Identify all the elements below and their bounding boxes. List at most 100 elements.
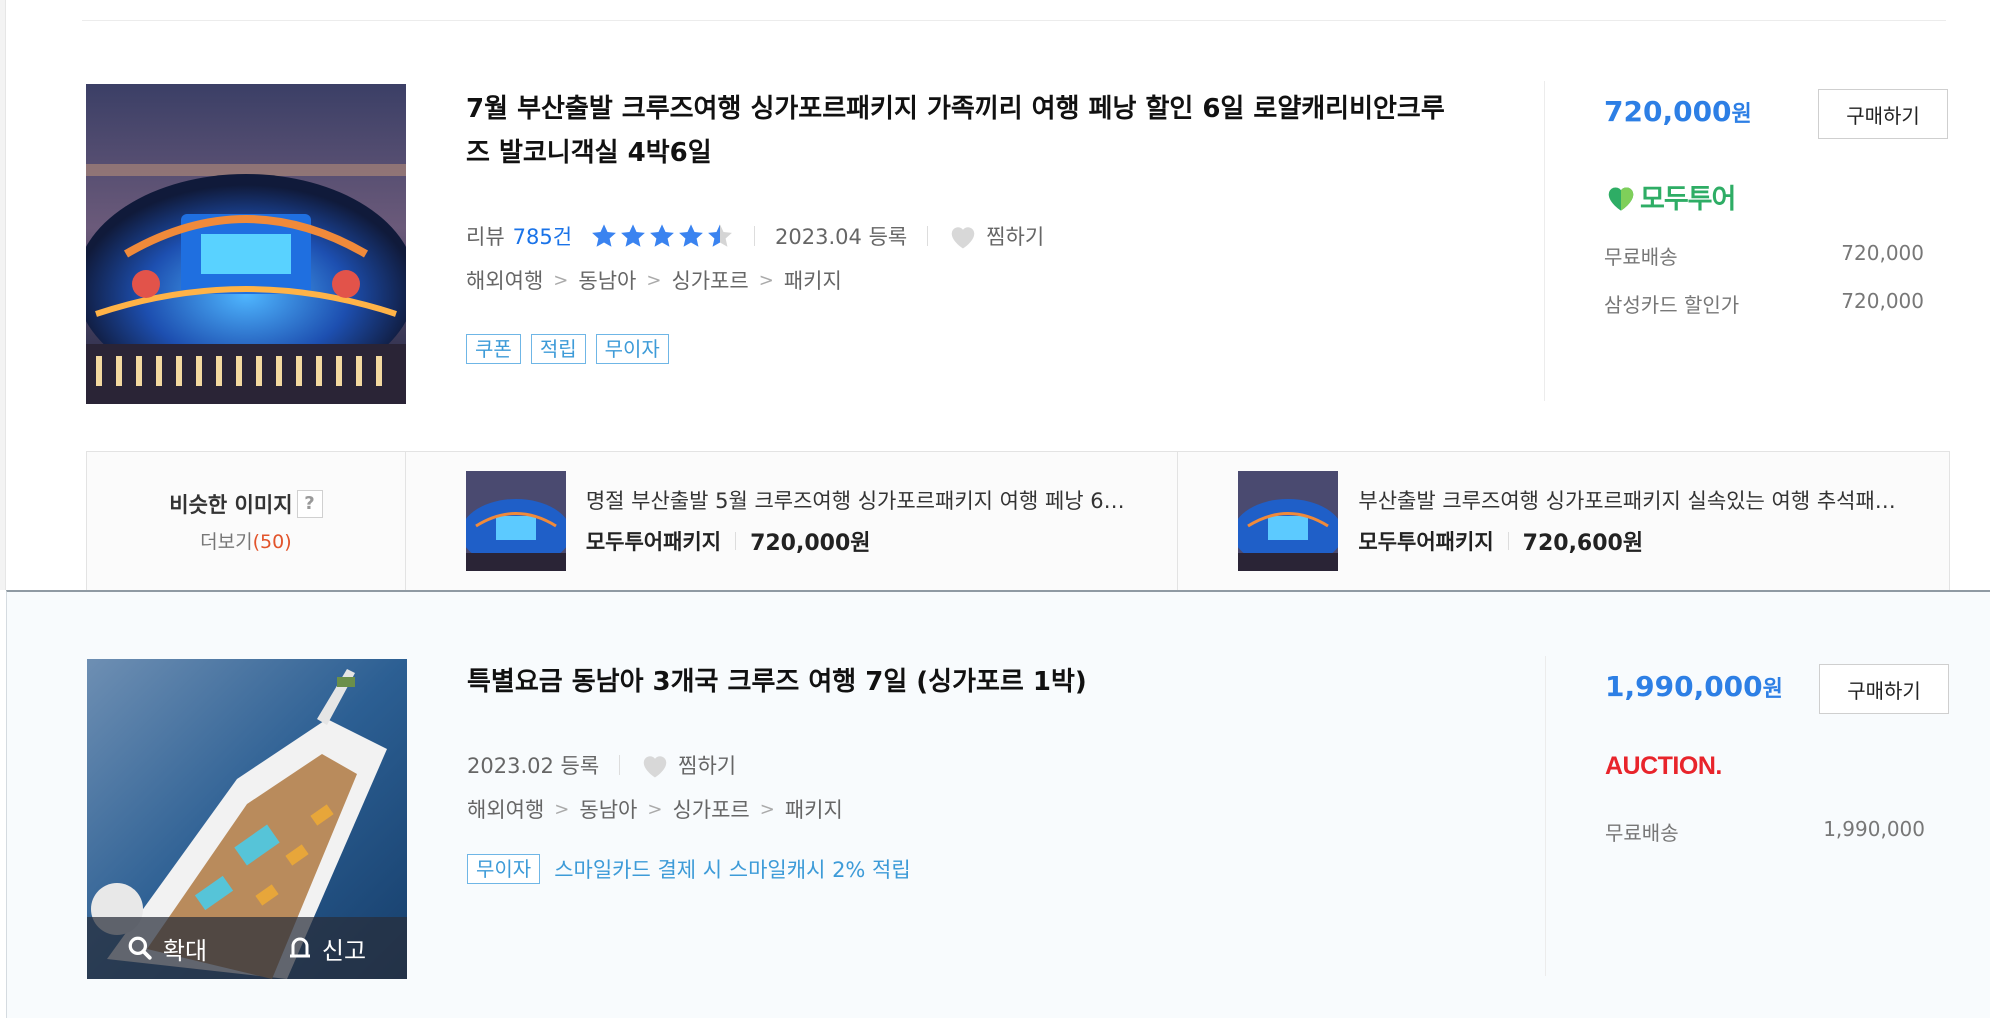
- breadcrumb-separator: >: [647, 798, 663, 820]
- shipping-label: 무료배송: [1605, 821, 1679, 845]
- wish-label: 찜하기: [986, 225, 1045, 249]
- similar-header: 비슷한 이미지 ? 더보기(50): [87, 452, 406, 590]
- cruise-thumb-image: [465, 471, 566, 571]
- star-half-icon: [708, 224, 732, 247]
- similar-price: 720,600원: [1522, 531, 1644, 556]
- registered-date: 2023.04 등록: [775, 225, 908, 249]
- shipping-value: 720,000: [1841, 241, 1924, 265]
- similar-name[interactable]: 부산출발 크루즈여행 싱가포르패키지 실속있는 여행 추석패…: [1358, 485, 1938, 515]
- shipping-row: 무료배송 720,000: [1604, 241, 1924, 270]
- divider: [1507, 532, 1509, 550]
- rating-stars: [590, 222, 734, 250]
- breadcrumb-item[interactable]: 싱가포르: [671, 265, 748, 295]
- breadcrumb-separator: >: [554, 798, 570, 820]
- promo-text[interactable]: 스마일카드 결제 시 스마일캐시 2% 적립: [554, 854, 911, 884]
- cruise-thumb-image: [1238, 471, 1339, 571]
- star-full-icon: [621, 224, 645, 247]
- product-thumbnail[interactable]: 확대 신고: [87, 659, 407, 979]
- breadcrumb-item[interactable]: 해외여행: [466, 265, 543, 295]
- shipping-value: 1,990,000: [1823, 817, 1925, 841]
- buy-button[interactable]: 구매하기: [1819, 664, 1949, 714]
- points-badge: 적립: [530, 334, 586, 364]
- report-label: 신고: [321, 936, 367, 965]
- product-price: 720,000원: [1604, 95, 1752, 128]
- benefit-badges: 무이자 스마일카드 결제 시 스마일캐시 2% 적립: [467, 854, 911, 884]
- similar-thumbnail: [465, 471, 566, 571]
- divider: [619, 755, 621, 775]
- category-breadcrumb: 해외여행 > 동남아 > 싱가포르 > 패키지: [466, 265, 842, 295]
- wish-button[interactable]: 찜하기: [640, 750, 736, 780]
- star-full-icon: [679, 224, 703, 247]
- registered-date: 2023.02 등록: [467, 754, 600, 778]
- breadcrumb-item[interactable]: 동남아: [579, 794, 637, 824]
- more-count: (50): [252, 530, 292, 553]
- similar-title: 비슷한 이미지 ?: [169, 489, 323, 519]
- card-discount-value: 720,000: [1841, 289, 1924, 313]
- thumbnail-overlay: 확대 신고: [87, 917, 407, 979]
- similar-seller: 모두투어패키지: [585, 530, 722, 554]
- shipping-label: 무료배송: [1604, 245, 1678, 269]
- similar-seller-price: 모두투어패키지 720,600원: [1358, 525, 1938, 557]
- cruise-night-image: [86, 84, 406, 404]
- wish-label: 찜하기: [678, 754, 737, 778]
- similar-images-strip: 비슷한 이미지 ? 더보기(50) 명절 부산출발 5월 크루즈여행 싱가포르패…: [86, 451, 1950, 590]
- product-item: 7월 부산출발 크루즈여행 싱가포르패키지 가족끼리 여행 페낭 할인 6일 로…: [6, 21, 1990, 451]
- price-currency: 원: [1762, 677, 1783, 702]
- breadcrumb-separator: >: [759, 798, 775, 820]
- similar-seller: 모두투어패키지: [1358, 530, 1494, 554]
- column-divider: [1545, 656, 1546, 976]
- category-breadcrumb: 해외여행 > 동남아 > 싱가포르 > 패키지: [467, 794, 843, 824]
- wish-button[interactable]: 찜하기: [948, 221, 1044, 251]
- similar-item[interactable]: 부산출발 크루즈여행 싱가포르패키지 실속있는 여행 추석패… 모두투어패키지 …: [1177, 452, 1949, 590]
- breadcrumb-item[interactable]: 해외여행: [467, 794, 544, 824]
- breadcrumb-item[interactable]: 패키지: [784, 265, 842, 295]
- star-full-icon: [650, 224, 674, 247]
- similar-more-link[interactable]: 더보기(50): [200, 527, 291, 554]
- product-title[interactable]: 특별요금 동남아 3개국 크루즈 여행 7일 (싱가포르 1박): [467, 660, 1447, 704]
- shipping-row: 무료배송 1,990,000: [1605, 817, 1925, 846]
- price-value: 1,990,000: [1605, 670, 1763, 703]
- review-label: 리뷰: [466, 225, 505, 249]
- breadcrumb-item[interactable]: 싱가포르: [672, 794, 749, 824]
- seller-logo-auction[interactable]: AUCTION.: [1605, 752, 1722, 781]
- similar-title-text: 비슷한 이미지: [169, 492, 293, 517]
- similar-name[interactable]: 명절 부산출발 5월 크루즈여행 싱가포르패키지 여행 페낭 6…: [586, 485, 1166, 515]
- column-divider: [1544, 81, 1545, 401]
- divider: [927, 226, 929, 246]
- breadcrumb-separator: >: [553, 269, 569, 291]
- breadcrumb-separator: >: [758, 269, 774, 291]
- help-icon[interactable]: ?: [296, 489, 323, 518]
- review-count-link[interactable]: 785건: [513, 221, 572, 251]
- star-full-icon: [592, 224, 616, 247]
- search-icon: [128, 936, 152, 960]
- price-currency: 원: [1731, 102, 1752, 127]
- breadcrumb-item[interactable]: 패키지: [785, 794, 843, 824]
- report-button[interactable]: 신고: [247, 931, 407, 966]
- divider: [735, 532, 737, 550]
- heart-icon: [951, 227, 975, 249]
- benefit-badges: 쿠폰 적립 무이자: [466, 334, 669, 364]
- more-label: 더보기: [200, 530, 253, 553]
- similar-item[interactable]: 명절 부산출발 5월 크루즈여행 싱가포르패키지 여행 페낭 6… 모두투어패키…: [406, 452, 1178, 590]
- product-title[interactable]: 7월 부산출발 크루즈여행 싱가포르패키지 가족끼리 여행 페낭 할인 6일 로…: [466, 87, 1446, 175]
- product-meta: 리뷰 785건 2023.04 등록 찜하기: [466, 221, 1044, 251]
- card-discount-row: 삼성카드 할인가 720,000: [1604, 289, 1924, 318]
- green-heart-icon: [1608, 186, 1634, 211]
- coupon-badge: 쿠폰: [466, 334, 521, 364]
- zoom-button[interactable]: 확대: [87, 931, 247, 966]
- similar-seller-price: 모두투어패키지 720,000원: [586, 525, 1166, 557]
- breadcrumb-item[interactable]: 동남아: [578, 265, 636, 295]
- product-thumbnail[interactable]: [86, 84, 406, 404]
- seller-logo-modutour[interactable]: 모두투어: [1604, 177, 1736, 216]
- buy-button[interactable]: 구매하기: [1818, 89, 1948, 139]
- similar-thumbnail: [1238, 471, 1339, 571]
- bell-icon: [289, 937, 310, 958]
- seller-name: AUCTION.: [1605, 752, 1722, 780]
- product-item: 확대 신고 특별요금 동남아 3개국 크루즈 여행 7일 (싱가포르 1박) 2…: [6, 590, 1990, 1018]
- interest-free-badge: 무이자: [595, 334, 669, 364]
- zoom-label: 확대: [162, 936, 208, 965]
- similar-text: 명절 부산출발 5월 크루즈여행 싱가포르패키지 여행 페낭 6… 모두투어패키…: [586, 485, 1166, 557]
- price-value: 720,000: [1604, 95, 1732, 128]
- search-results-page: 7월 부산출발 크루즈여행 싱가포르패키지 가족끼리 여행 페낭 할인 6일 로…: [0, 0, 1990, 1018]
- interest-free-badge: 무이자: [467, 854, 541, 884]
